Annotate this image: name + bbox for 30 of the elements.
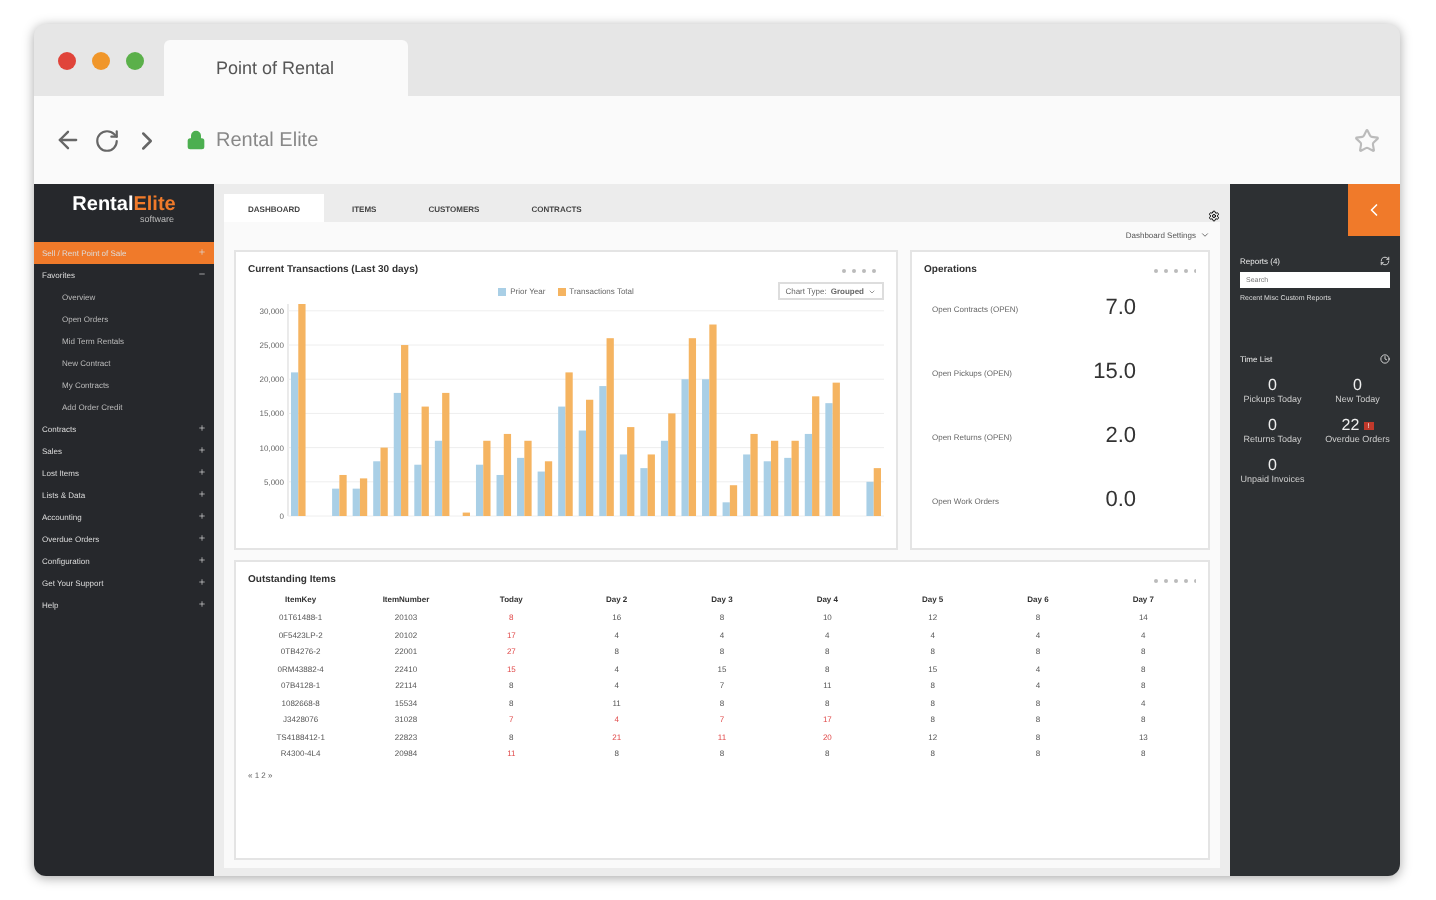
plus-icon: [198, 556, 206, 564]
stat-value: 22: [1341, 416, 1360, 434]
close-icon[interactable]: [58, 51, 76, 69]
stat-value: 0: [1268, 376, 1277, 394]
plus-icon: [198, 534, 206, 542]
clock-icon[interactable]: [1380, 354, 1390, 364]
stat-value: 0: [1268, 456, 1277, 474]
address-text: Rental Elite: [216, 129, 319, 151]
metric-value: 0.0: [1105, 488, 1136, 512]
plus-icon: [198, 248, 206, 256]
plus-icon: [198, 446, 206, 454]
settings-icon[interactable]: [1208, 210, 1220, 222]
minus-icon: [198, 270, 206, 278]
stat-value: 0: [1268, 416, 1277, 434]
caret-icon: [1200, 230, 1210, 240]
plus-icon: [198, 578, 206, 586]
plus-icon: [198, 490, 206, 498]
refresh-icon[interactable]: [1380, 256, 1390, 266]
reload-icon[interactable]: [94, 127, 120, 153]
plus-icon: [198, 512, 206, 520]
plus-icon: [198, 424, 206, 432]
plus-icon: [198, 468, 206, 476]
lock-icon: [186, 130, 206, 150]
plus-icon: [198, 600, 206, 608]
back-icon[interactable]: [54, 126, 82, 154]
metric-value: 7.0: [1105, 296, 1136, 320]
stat-value: 0: [1353, 376, 1362, 394]
metric-value: 15.0: [1093, 360, 1136, 384]
browser-tab[interactable]: Point of Rental: [164, 40, 408, 96]
metric-value: 2.0: [1105, 424, 1136, 448]
